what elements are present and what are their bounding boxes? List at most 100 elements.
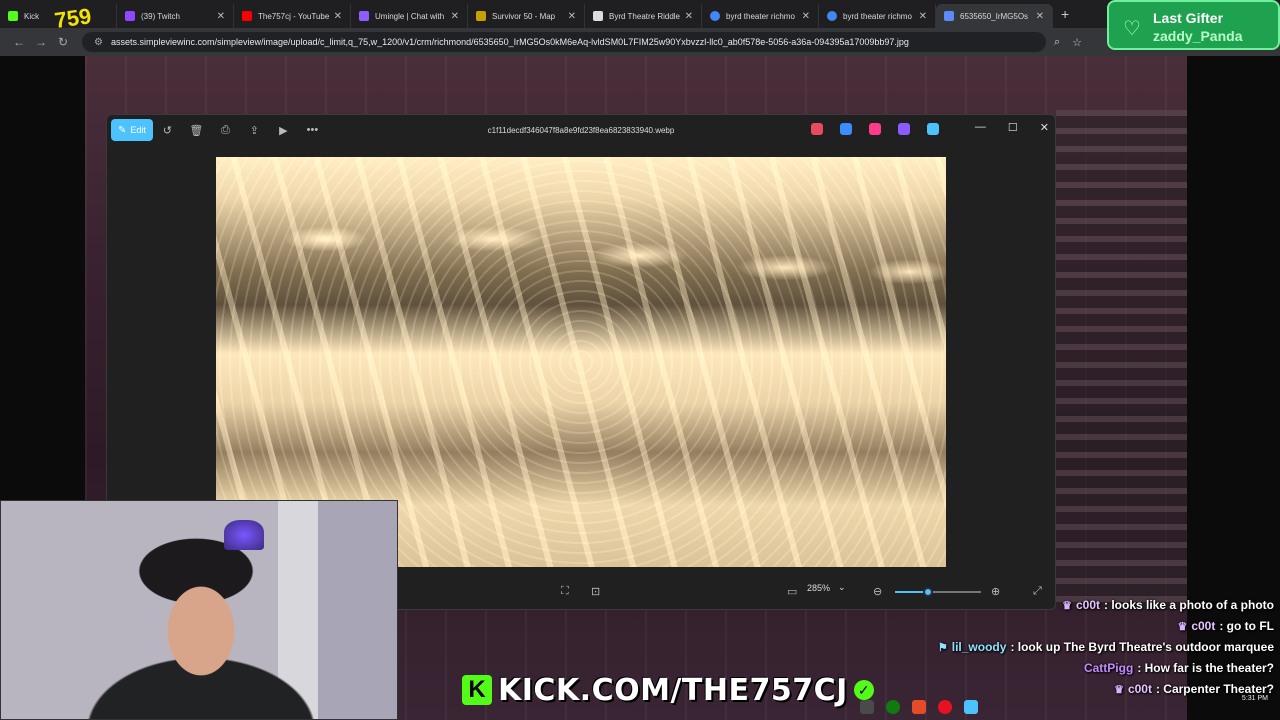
webcam-feed <box>0 500 398 720</box>
zoom-dropdown[interactable]: 285% ⌄ <box>807 582 846 593</box>
youtube-icon <box>242 11 252 21</box>
close-icon[interactable]: ✕ <box>217 11 225 22</box>
chat-message: ⚑ lil_woody: look up The Byrd Theatre's … <box>938 640 1274 654</box>
app-icon-5[interactable] <box>927 123 939 135</box>
tab-google-search-2[interactable]: byrd theater richmo ✕ <box>819 4 936 28</box>
zoom-out-icon[interactable]: ⊖ <box>873 585 882 598</box>
tab-title: Survivor 50 - Map <box>492 11 556 21</box>
tab-title: Umingle | Chat with <box>375 11 445 21</box>
maximize-icon[interactable]: ☐ <box>1008 121 1018 134</box>
share-icon[interactable]: ⇪ <box>240 124 269 137</box>
zoom-icon[interactable]: ⌕ <box>1054 36 1060 49</box>
zoom-slider-knob[interactable] <box>922 587 933 597</box>
kick-banner: K KICK.COM/THE757CJ ✓ <box>462 672 874 708</box>
close-icon[interactable]: ✕ <box>1036 11 1044 22</box>
sub-badge-icon: ♛ <box>1114 683 1124 696</box>
close-icon[interactable]: ✕ <box>802 11 810 22</box>
close-icon[interactable]: ✕ <box>334 11 342 22</box>
tab-title: The757cj - YouTube <box>258 11 330 21</box>
tab-title: Byrd Theatre Riddle <box>609 11 680 21</box>
tab-title: 6535650_IrMG5Os <box>960 11 1029 21</box>
edit-with-apps <box>811 123 939 135</box>
chevron-down-icon: ⌄ <box>838 582 846 592</box>
close-icon[interactable]: ✕ <box>451 11 459 22</box>
fit-icon[interactable]: ⛶ <box>561 585 569 598</box>
tab-image-active[interactable]: 6535650_IrMG5Os ✕ <box>936 4 1053 28</box>
back-icon[interactable]: ← <box>8 35 30 49</box>
edit-label: Edit <box>130 125 146 135</box>
umingle-icon <box>359 11 369 21</box>
zoom-in-icon[interactable]: ⊕ <box>991 585 1000 598</box>
more-icon[interactable]: ••• <box>298 124 327 136</box>
chat-text: : go to FL <box>1219 619 1274 633</box>
minimize-icon[interactable]: — <box>975 121 986 134</box>
chat-username: c00t <box>1075 598 1100 612</box>
tab-title: byrd theater richmo <box>726 11 795 21</box>
actual-size-icon[interactable]: ▭ <box>787 585 797 598</box>
close-icon[interactable]: ✕ <box>1040 121 1049 134</box>
tab-title: (39) Twitch <box>141 11 180 21</box>
tab-umingle[interactable]: Umingle | Chat with ✕ <box>351 4 468 28</box>
chat-text: : Carpenter Theater? <box>1155 682 1274 696</box>
last-gifter-label: Last Gifter <box>1153 10 1224 26</box>
fullscreen-icon[interactable]: ⤢ <box>1033 585 1042 598</box>
survivor-icon <box>476 11 486 21</box>
screen: Kick (39) Twitch ✕ The757cj - YouTube ✕ Um… <box>0 0 1280 720</box>
tab-survivor[interactable]: Survivor 50 - Map ✕ <box>468 4 585 28</box>
channel-logo: 759 <box>52 3 93 34</box>
delete-icon[interactable]: 🗑 <box>182 124 211 137</box>
close-icon[interactable]: ✕ <box>685 11 693 22</box>
forward-icon[interactable]: → <box>30 35 52 49</box>
site-info-icon[interactable]: ⚙ <box>94 37 103 48</box>
tab-byrd-riddle[interactable]: Byrd Theatre Riddle ✕ <box>585 4 702 28</box>
new-tab-button[interactable]: + <box>1061 6 1069 22</box>
chat-username: CattPigg <box>1083 661 1134 675</box>
google-icon <box>827 11 837 21</box>
last-gifter-widget: ♡ Last Gifter zaddy_Panda <box>1107 0 1280 50</box>
zoom-level: 285% <box>807 582 831 593</box>
app-icon-1[interactable] <box>811 123 823 135</box>
slideshow-icon[interactable]: ▶ <box>269 124 298 137</box>
url-text: assets.simpleviewinc.com/simpleview/imag… <box>110 37 909 47</box>
browser-tab-bar: Kick (39) Twitch ✕ The757cj - YouTube ✕ Um… <box>0 0 1280 28</box>
chat-message: CattPigg: How far is the theater? <box>1084 661 1274 675</box>
app-icon-2[interactable] <box>840 123 852 135</box>
taskbar-app-icon[interactable] <box>912 700 926 714</box>
address-bar-row: ← → ↻ ⚙ assets.simpleviewinc.com/simplev… <box>0 28 1280 56</box>
app-icon-3[interactable] <box>869 123 881 135</box>
chat-text: : looks like a photo of a photo <box>1104 598 1274 612</box>
kick-icon <box>8 11 18 21</box>
photos-toolbar: ✎ Edit ↺ 🗑 ⎙ ⇪ ▶ ••• c1f11decdf346047f8a… <box>107 115 1055 145</box>
print-icon[interactable]: ⎙ <box>211 124 240 137</box>
chat-username: c00t <box>1191 619 1216 633</box>
document-icon <box>593 11 603 21</box>
zoom-slider[interactable] <box>895 587 981 597</box>
lamp-light <box>224 520 264 550</box>
last-gifter-name: zaddy_Panda <box>1153 28 1243 44</box>
url-input[interactable]: ⚙ assets.simpleviewinc.com/simpleview/im… <box>82 32 1046 52</box>
tab-youtube[interactable]: The757cj - YouTube ✕ <box>234 4 351 28</box>
chat-username: lil_woody <box>951 640 1007 654</box>
twitch-icon <box>125 11 135 21</box>
edit-icon: ✎ <box>118 124 127 136</box>
tab-twitch[interactable]: (39) Twitch ✕ <box>117 4 234 28</box>
tab-google-search-1[interactable]: byrd theater richmo ✕ <box>702 4 819 28</box>
rotate-icon[interactable]: ↺ <box>153 124 182 137</box>
chat-text: : How far is the theater? <box>1137 661 1274 675</box>
tab-title: byrd theater richmo <box>843 11 912 21</box>
edit-button[interactable]: ✎ Edit <box>111 119 153 141</box>
chat-message: ♛ c00t: go to FL <box>1177 619 1274 633</box>
google-icon <box>710 11 720 21</box>
close-icon[interactable]: ✕ <box>919 11 927 22</box>
heart-icon: ♡ <box>1123 18 1141 40</box>
bookmark-star-icon[interactable]: ☆ <box>1072 36 1082 49</box>
photos-taskbar-icon[interactable] <box>964 700 978 714</box>
crop-icon[interactable]: ⊡ <box>591 585 600 598</box>
chat-message: ♛ c00t: Carpenter Theater? <box>1114 682 1274 696</box>
taskbar-app-icon[interactable] <box>938 700 952 714</box>
close-icon[interactable]: ✕ <box>568 11 576 22</box>
window-controls: — ☐ ✕ <box>975 121 1049 134</box>
xbox-icon[interactable] <box>886 700 900 714</box>
chat-username: c00t <box>1127 682 1152 696</box>
app-icon-4[interactable] <box>898 123 910 135</box>
